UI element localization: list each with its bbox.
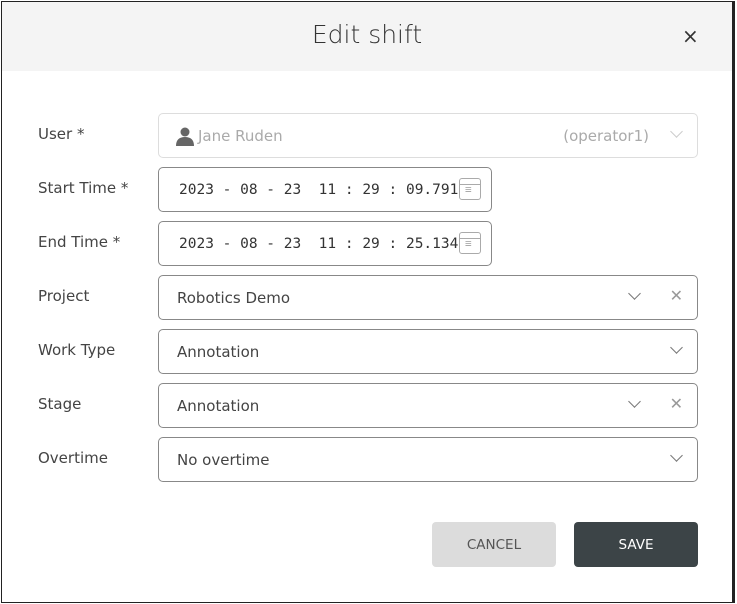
stage-value: Annotation [177,396,260,415]
user-username: (operator1) [563,126,649,145]
stage-label: Stage [38,395,82,413]
end-time-input[interactable]: 2023 - 08 - 23 11 : 29 : 25.134 [158,221,492,266]
close-icon[interactable]: × [682,24,699,48]
user-label: User * [38,125,85,143]
calendar-icon[interactable] [459,232,481,254]
user-select[interactable]: Jane Ruden (operator1) [158,113,698,158]
work-type-label: Work Type [38,341,116,359]
end-time-label: End Time * [38,233,121,251]
overtime-label: Overtime [38,449,108,467]
chevron-down-icon[interactable] [628,395,641,408]
dialog-title: Edit shift [311,20,423,49]
start-time-label: Start Time * [38,179,129,197]
project-label: Project [38,287,90,305]
project-select[interactable]: Robotics Demo ✕ [158,275,698,320]
overtime-value: No overtime [177,450,270,469]
start-time-input[interactable]: 2023 - 08 - 23 11 : 29 : 09.791 [158,167,492,212]
user-name: Jane Ruden [198,126,283,145]
edit-shift-dialog: Edit shift × User * Jane Ruden (operator… [1,1,735,603]
user-icon [176,127,194,146]
chevron-down-icon[interactable] [670,449,683,462]
calendar-icon[interactable] [459,178,481,200]
clear-icon[interactable]: ✕ [670,286,683,305]
save-button[interactable]: SAVE [574,522,698,567]
chevron-down-icon[interactable] [670,341,683,354]
work-type-value: Annotation [177,342,260,361]
clear-icon[interactable]: ✕ [670,394,683,413]
chevron-down-icon[interactable] [628,287,641,300]
stage-select[interactable]: Annotation ✕ [158,383,698,428]
project-value: Robotics Demo [177,288,291,307]
work-type-select[interactable]: Annotation [158,329,698,374]
end-time-value: 2023 - 08 - 23 11 : 29 : 25.134 [179,235,459,252]
cancel-button[interactable]: CANCEL [432,522,556,567]
start-time-value: 2023 - 08 - 23 11 : 29 : 09.791 [179,181,459,198]
dialog-header: Edit shift × [2,2,732,71]
overtime-select[interactable]: No overtime [158,437,698,482]
chevron-down-icon [670,125,683,138]
